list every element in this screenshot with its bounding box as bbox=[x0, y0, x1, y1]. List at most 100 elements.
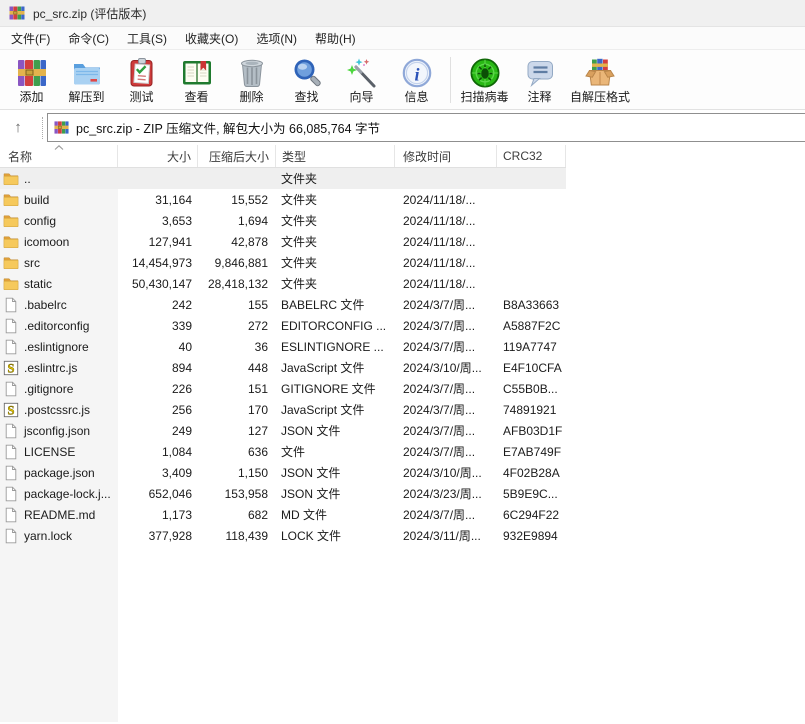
size-cell: 339 bbox=[118, 315, 198, 336]
add-button[interactable]: 添加 bbox=[4, 56, 59, 104]
packed-cell: 170 bbox=[198, 399, 276, 420]
file-name: package.json bbox=[24, 466, 95, 480]
menu-item-commands[interactable]: 命令(C) bbox=[59, 27, 118, 50]
column-header-size[interactable]: 大小 bbox=[118, 145, 198, 167]
info-circle-icon: i bbox=[401, 57, 433, 89]
file-name: jsconfig.json bbox=[24, 424, 90, 438]
type-cell: 文件夹 bbox=[276, 189, 395, 210]
archive-path-field[interactable]: pc_src.zip - ZIP 压缩文件, 解包大小为 66,085,764 … bbox=[47, 113, 805, 142]
delete-button[interactable]: 删除 bbox=[224, 56, 279, 104]
find-button[interactable]: 查找 bbox=[279, 56, 334, 104]
find-magnifier-icon bbox=[291, 57, 323, 89]
name-cell: .babelrc bbox=[0, 294, 118, 315]
virus-scan-button[interactable]: 扫描病毒 bbox=[457, 56, 512, 104]
size-cell: 249 bbox=[118, 420, 198, 441]
file-row[interactable]: .eslintignore4036ESLINTIGNORE ...2024/3/… bbox=[0, 336, 805, 357]
view-button[interactable]: 查看 bbox=[169, 56, 224, 104]
size-cell: 242 bbox=[118, 294, 198, 315]
name-cell: build bbox=[0, 189, 118, 210]
file-name: LICENSE bbox=[24, 445, 75, 459]
folder-row[interactable]: icomoon127,94142,878文件夹2024/11/18/... bbox=[0, 231, 805, 252]
file-row[interactable]: .gitignore226151GITIGNORE 文件2024/3/7/周..… bbox=[0, 378, 805, 399]
virus-scan-label: 扫描病毒 bbox=[460, 91, 508, 104]
name-cell: src bbox=[0, 252, 118, 273]
size-cell: 1,173 bbox=[118, 504, 198, 525]
name-cell: README.md bbox=[0, 504, 118, 525]
type-cell: 文件 bbox=[276, 441, 395, 462]
wizard-button[interactable]: 向导 bbox=[334, 56, 389, 104]
menu-item-file[interactable]: 文件(F) bbox=[2, 27, 59, 50]
test-button[interactable]: 测试 bbox=[114, 56, 169, 104]
size-cell: 3,653 bbox=[118, 210, 198, 231]
extract-to-button[interactable]: 解压到 bbox=[59, 56, 114, 104]
test-label: 测试 bbox=[129, 91, 153, 104]
file-row[interactable]: jsconfig.json249127JSON 文件2024/3/7/周...A… bbox=[0, 420, 805, 441]
menu-item-options[interactable]: 选项(N) bbox=[247, 27, 306, 50]
name-cell: static bbox=[0, 273, 118, 294]
file-row[interactable]: S.postcssrc.js256170JavaScript 文件2024/3/… bbox=[0, 399, 805, 420]
packed-cell: 155 bbox=[198, 294, 276, 315]
menu-item-help[interactable]: 帮助(H) bbox=[306, 27, 365, 50]
file-row[interactable]: .editorconfig339272EDITORCONFIG ...2024/… bbox=[0, 315, 805, 336]
winrar-logo-icon bbox=[9, 5, 25, 21]
file-row[interactable]: README.md1,173682MD 文件2024/3/7/周...6C294… bbox=[0, 504, 805, 525]
column-header-packed[interactable]: 压缩后大小 bbox=[198, 145, 276, 167]
column-header-modified[interactable]: 修改时间 bbox=[395, 145, 497, 167]
modified-cell: 2024/11/18/... bbox=[395, 252, 497, 273]
toolbar-separator bbox=[450, 57, 451, 103]
folder-row[interactable]: config3,6531,694文件夹2024/11/18/... bbox=[0, 210, 805, 231]
svg-text:S: S bbox=[8, 361, 15, 375]
sfx-button[interactable]: 自解压格式 bbox=[567, 56, 633, 104]
file-row[interactable]: LICENSE1,084636文件2024/3/7/周...E7AB749F bbox=[0, 441, 805, 462]
folder-row[interactable]: src14,454,9739,846,881文件夹2024/11/18/... bbox=[0, 252, 805, 273]
add-label: 添加 bbox=[19, 91, 43, 104]
file-name: .eslintignore bbox=[24, 340, 89, 354]
comment-button[interactable]: 注释 bbox=[512, 56, 567, 104]
folder-icon bbox=[3, 255, 19, 271]
js-icon: S bbox=[3, 360, 19, 376]
column-header-name[interactable]: 名称 bbox=[0, 145, 118, 167]
up-directory-button[interactable]: ↑ bbox=[5, 115, 31, 141]
modified-cell: 2024/3/7/周... bbox=[395, 336, 497, 357]
modified-cell: 2024/11/18/... bbox=[395, 210, 497, 231]
file-row[interactable]: package.json3,4091,150JSON 文件2024/3/10/周… bbox=[0, 462, 805, 483]
view-book-icon bbox=[181, 57, 213, 89]
crc-cell: A5887F2C bbox=[497, 315, 566, 336]
type-cell: 文件夹 bbox=[276, 231, 395, 252]
window-title: pc_src.zip (评估版本) bbox=[33, 5, 146, 22]
menu-item-favorites[interactable]: 收藏夹(O) bbox=[176, 27, 247, 50]
comment-label: 注释 bbox=[527, 91, 551, 104]
name-cell: package.json bbox=[0, 462, 118, 483]
modified-cell: 2024/3/7/周... bbox=[395, 420, 497, 441]
file-row[interactable]: yarn.lock377,928118,439LOCK 文件2024/3/11/… bbox=[0, 525, 805, 546]
file-name: .gitignore bbox=[24, 382, 73, 396]
extract-folder-icon bbox=[71, 57, 103, 89]
file-name: yarn.lock bbox=[24, 529, 72, 543]
folder-icon bbox=[3, 213, 19, 229]
size-cell: 1,084 bbox=[118, 441, 198, 462]
folder-icon bbox=[3, 192, 19, 208]
size-cell bbox=[118, 168, 198, 189]
packed-cell: 448 bbox=[198, 357, 276, 378]
file-row[interactable]: S.eslintrc.js894448JavaScript 文件2024/3/1… bbox=[0, 357, 805, 378]
virus-scan-icon bbox=[469, 57, 501, 89]
file-row[interactable]: package-lock.j...652,046153,958JSON 文件20… bbox=[0, 483, 805, 504]
updir-row[interactable]: ..文件夹 bbox=[0, 168, 566, 189]
sfx-box-icon bbox=[584, 57, 616, 89]
wizard-label: 向导 bbox=[349, 91, 373, 104]
file-list: ..文件夹build31,16415,552文件夹2024/11/18/...c… bbox=[0, 168, 805, 724]
menu-item-tools[interactable]: 工具(S) bbox=[118, 27, 176, 50]
name-cell: S.postcssrc.js bbox=[0, 399, 118, 420]
name-cell: package-lock.j... bbox=[0, 483, 118, 504]
size-cell: 377,928 bbox=[118, 525, 198, 546]
packed-cell: 636 bbox=[198, 441, 276, 462]
folder-row[interactable]: static50,430,14728,418,132文件夹2024/11/18/… bbox=[0, 273, 805, 294]
folder-row[interactable]: build31,16415,552文件夹2024/11/18/... bbox=[0, 189, 805, 210]
type-cell: JavaScript 文件 bbox=[276, 357, 395, 378]
file-icon bbox=[3, 507, 19, 523]
column-header-type[interactable]: 类型 bbox=[276, 145, 395, 167]
column-header-crc[interactable]: CRC32 bbox=[497, 145, 566, 167]
file-row[interactable]: .babelrc242155BABELRC 文件2024/3/7/周...B8A… bbox=[0, 294, 805, 315]
info-button[interactable]: i信息 bbox=[389, 56, 444, 104]
column-header-label: 类型 bbox=[282, 148, 306, 165]
